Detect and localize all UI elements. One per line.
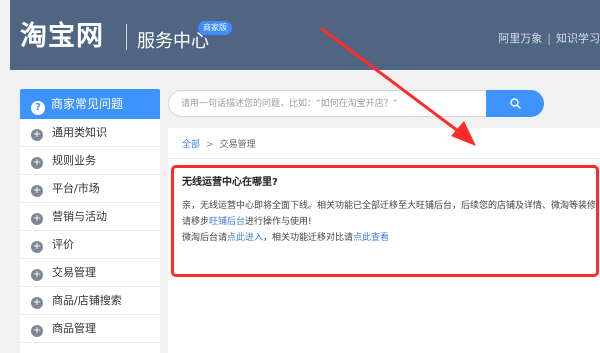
sidebar-item-platform[interactable]: + 平台/市场 <box>20 175 160 203</box>
page: 淘宝网 服务中心 商家版 阿里万象 | 知识学习 ? 商家常见问题 + 通用类知识 + 规… <box>0 0 600 353</box>
sidebar-item-marketing[interactable]: + 营销与活动 <box>20 203 160 231</box>
sidebar-item-label: 通用类知识 <box>52 126 107 139</box>
sidebar-title: 商家常见问题 <box>51 97 124 111</box>
taobao-logo[interactable]: 淘宝网 <box>20 14 104 53</box>
question-icon: ? <box>31 101 45 115</box>
plus-icon: + <box>31 269 43 281</box>
plus-icon: + <box>31 325 43 337</box>
sidebar-item-reviews[interactable]: + 评价 <box>20 231 160 259</box>
divider <box>168 158 600 159</box>
sidebar-item-label: 平台/市场 <box>52 182 100 195</box>
search-bar <box>168 90 544 117</box>
plus-icon: + <box>31 157 43 169</box>
search-button[interactable] <box>486 90 544 117</box>
plus-icon: + <box>31 297 43 309</box>
top-links: 阿里万象 | 知识学习 <box>498 30 600 46</box>
sidebar-item-label: 营销与活动 <box>52 210 107 223</box>
sidebar-item-label: 规则业务 <box>52 154 96 167</box>
sidebar-item-search[interactable]: + 商品/店铺搜索 <box>20 287 160 315</box>
sidebar-item-general[interactable]: + 通用类知识 <box>20 119 160 147</box>
logo-divider <box>126 24 127 50</box>
breadcrumb: 全部 > 交易管理 <box>182 137 256 150</box>
sidebar-item-label: 商品/店铺搜索 <box>52 294 122 307</box>
sidebar-item-products[interactable]: + 商品管理 <box>20 315 160 343</box>
plus-icon: + <box>31 185 43 197</box>
link-separator: | <box>547 32 551 45</box>
sidebar-item-label: 商品管理 <box>52 322 96 335</box>
sidebar: ? 商家常见问题 + 通用类知识 + 规则业务 + 平台/市场 + 营销与活动 + 评价 +… <box>20 89 160 353</box>
top-link-wanxiang[interactable]: 阿里万象 <box>498 32 542 45</box>
breadcrumb-home[interactable]: 全部 <box>182 140 200 150</box>
annotation-highlight-box <box>171 165 599 277</box>
merchant-edition-badge: 商家版 <box>198 21 232 35</box>
breadcrumb-separator: > <box>206 140 214 150</box>
breadcrumb-current: 交易管理 <box>219 140 256 150</box>
header: 淘宝网 服务中心 商家版 阿里万象 | 知识学习 <box>10 0 600 70</box>
sidebar-item-label: 评价 <box>52 238 74 251</box>
search-input[interactable] <box>181 96 481 112</box>
sidebar-item-trade[interactable]: + 交易管理 <box>20 259 160 287</box>
plus-icon: + <box>31 241 43 253</box>
plus-icon: + <box>31 213 43 225</box>
sidebar-item-rules[interactable]: + 规则业务 <box>20 147 160 175</box>
top-link-knowledge[interactable]: 知识学习 <box>556 32 600 45</box>
plus-icon: + <box>31 129 43 141</box>
sidebar-item-label: 交易管理 <box>52 266 96 279</box>
sidebar-header[interactable]: ? 商家常见问题 <box>20 89 160 119</box>
search-icon <box>510 98 521 109</box>
